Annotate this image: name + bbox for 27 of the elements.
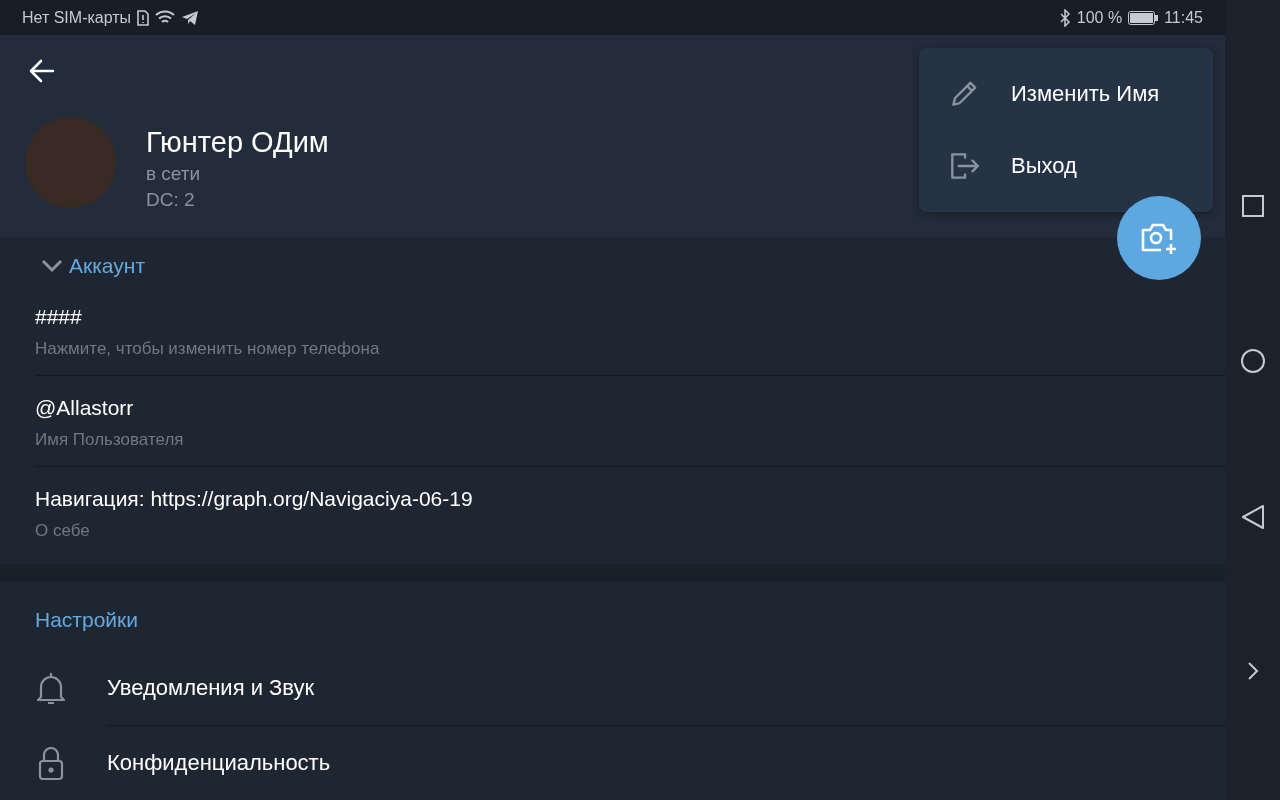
back-triangle-icon[interactable] [1240, 504, 1265, 530]
battery-percent: 100 % [1076, 8, 1123, 27]
chevron-right-icon[interactable] [1245, 660, 1260, 682]
paper-plane-icon [181, 9, 200, 26]
settings-item[interactable]: Уведомления и Звук [107, 674, 315, 701]
home-circle-icon[interactable] [1239, 348, 1266, 374]
settings-item[interactable]: Конфиденциальность [107, 750, 331, 776]
battery-icon [1128, 10, 1159, 25]
row-label: Имя Пользователя [35, 429, 184, 450]
chevron-down-icon[interactable] [41, 258, 63, 273]
row-label: О себе [35, 521, 90, 542]
section-header: Настройки [35, 608, 138, 632]
row-value[interactable]: @Allastorr [35, 395, 134, 420]
sim-alert-icon [137, 9, 150, 26]
row-value[interactable]: #### [35, 304, 82, 329]
online-status: в сети [146, 163, 202, 186]
recents-square-icon[interactable] [1240, 194, 1265, 218]
carrier-text: Нет SIM-карты [22, 8, 132, 27]
row-label: Нажмите, чтобы изменить номер телефона [35, 338, 380, 359]
profile-name: Гюнтер ОДим [146, 125, 329, 160]
bluetooth-icon [1058, 8, 1071, 27]
clock-time: 11:45 [1164, 8, 1203, 27]
menu-item[interactable]: Выход [1011, 153, 1077, 179]
dc-label: DC: 2 [146, 189, 196, 212]
row-value[interactable]: Навигация: https://graph.org/Navigaciya-06-19 [35, 487, 473, 512]
menu-item[interactable]: Изменить Имя [1011, 81, 1160, 107]
section-header: Аккаунт [69, 253, 145, 278]
